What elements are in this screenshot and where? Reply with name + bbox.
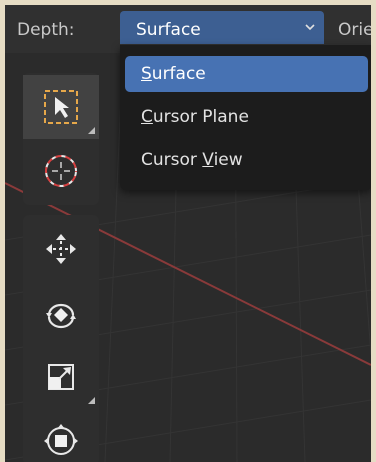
app-frame: Depth: Surface Orie Surface Cursor Plane… bbox=[5, 5, 371, 462]
menu-item-label: Cursor View bbox=[141, 150, 243, 170]
rotate-tool[interactable] bbox=[23, 281, 99, 345]
select-box-tool[interactable] bbox=[23, 75, 99, 139]
move-tool[interactable] bbox=[23, 217, 99, 281]
menu-item-cursor-plane[interactable]: Cursor Plane bbox=[125, 99, 368, 135]
transform-tool[interactable] bbox=[23, 409, 99, 462]
transform-icon bbox=[44, 424, 78, 455]
rotate-icon bbox=[46, 303, 76, 329]
tool-options-indicator bbox=[88, 397, 95, 404]
select-box-icon bbox=[44, 90, 78, 124]
depth-label: Depth: bbox=[17, 20, 75, 40]
chevron-down-icon bbox=[305, 24, 315, 31]
menu-item-surface[interactable]: Surface bbox=[125, 56, 368, 92]
cursor-tool[interactable] bbox=[23, 139, 99, 203]
toolbar-group-transform bbox=[23, 215, 99, 462]
menu-item-cursor-view[interactable]: Cursor View bbox=[125, 142, 368, 178]
depth-dropdown-menu: Surface Cursor Plane Cursor View bbox=[120, 45, 371, 190]
scale-icon bbox=[48, 364, 74, 390]
cursor-icon bbox=[45, 155, 77, 187]
menu-item-label: Cursor Plane bbox=[141, 107, 249, 127]
tool-options-indicator bbox=[88, 127, 95, 134]
move-icon bbox=[46, 234, 76, 264]
toolbar-group-select bbox=[23, 73, 99, 205]
depth-dropdown[interactable]: Surface bbox=[120, 11, 324, 44]
orientation-label: Orie bbox=[338, 20, 371, 40]
depth-value: Surface bbox=[136, 20, 201, 40]
menu-item-label: Surface bbox=[141, 64, 206, 84]
scale-tool[interactable] bbox=[23, 345, 99, 409]
